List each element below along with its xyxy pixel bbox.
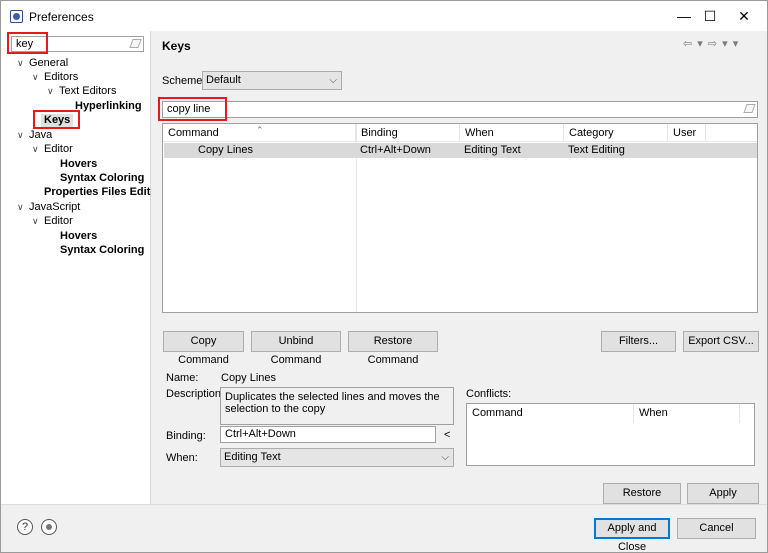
cell-when: Editing Text (464, 144, 521, 156)
scheme-label: Scheme: (162, 75, 206, 87)
scheme-select-value: Default (206, 74, 241, 86)
tree-node-label: JavaScript (29, 201, 81, 213)
conflicts-header-when[interactable]: When (634, 404, 740, 423)
highlight-box-search (7, 32, 48, 54)
unbind-command-button[interactable]: Unbind Command (251, 331, 341, 366)
key-bindings-table[interactable]: Command ⌃ Binding When Category User Cop… (162, 123, 758, 313)
expand-chevron-icon[interactable]: ∨ (17, 57, 29, 70)
expand-chevron-icon[interactable]: ∨ (17, 201, 29, 214)
tree-node-label: Editor (44, 215, 73, 227)
tree-node-properties-files-editor[interactable]: Properties Files Editor (44, 186, 161, 199)
tree-node-label: Java (29, 129, 53, 141)
column-header-label: Command (168, 127, 219, 139)
copy-command-button[interactable]: Copy Command (163, 331, 244, 366)
scheme-select[interactable]: Default ⌵ (202, 71, 342, 90)
conflicts-header-command[interactable]: Command (467, 404, 634, 423)
when-label: When: (166, 452, 198, 464)
link-icon[interactable] (41, 519, 57, 535)
command-filter-input[interactable]: copy line (162, 101, 758, 118)
page-title: Keys (162, 39, 191, 53)
cell-command: Copy Lines (198, 144, 254, 156)
binding-input[interactable]: Ctrl+Alt+Down (220, 426, 436, 443)
tree-node-text-editors[interactable]: ∨ Text Editors (47, 85, 116, 98)
name-label: Name: (166, 372, 199, 384)
column-header-command[interactable]: Command ⌃ (163, 124, 356, 142)
tree-node-hyperlinking[interactable]: Hyperlinking (75, 100, 142, 113)
column-header-binding[interactable]: Binding (356, 124, 460, 142)
window-title: Preferences (29, 10, 94, 24)
sort-caret-icon: ⌃ (256, 125, 264, 135)
apply-and-close-button[interactable]: Apply and Close (594, 518, 670, 553)
clear-filter-icon[interactable] (743, 104, 756, 113)
when-select[interactable]: Editing Text ⌵ (220, 448, 454, 467)
restore-defaults-button[interactable]: Restore Defaults (603, 483, 681, 518)
expand-chevron-icon[interactable]: ∨ (32, 143, 44, 156)
column-header-category[interactable]: Category (564, 124, 668, 142)
expand-chevron-icon[interactable]: ∨ (32, 215, 44, 228)
conflicts-label: Conflicts: (466, 388, 512, 400)
tree-node-label: Editor (44, 143, 73, 155)
tree-node-java-hovers[interactable]: Hovers (60, 158, 97, 171)
description-text: Duplicates the selected lines and moves … (220, 387, 454, 425)
column-header-user[interactable]: User (668, 124, 706, 142)
tree-node-label: Text Editors (59, 85, 117, 97)
tree-node-label: Editors (44, 71, 79, 83)
binding-menu-button[interactable]: < (444, 429, 450, 442)
tree-node-editors[interactable]: ∨ Editors (32, 71, 78, 84)
expand-chevron-icon[interactable]: ∨ (32, 71, 44, 84)
title-bar: Preferences — ☐ ✕ (1, 1, 767, 31)
clear-search-icon[interactable] (129, 39, 142, 48)
conflicts-table[interactable]: Command When (466, 403, 755, 466)
help-icon[interactable]: ? (17, 519, 33, 535)
highlight-box-keys (33, 110, 80, 129)
tree-node-javascript[interactable]: ∨ JavaScript (17, 201, 80, 214)
expand-chevron-icon[interactable]: ∨ (47, 85, 59, 98)
highlight-box-filter (158, 97, 227, 121)
expand-chevron-icon[interactable]: ∨ (17, 129, 29, 142)
apply-button[interactable]: Apply (687, 483, 759, 504)
tree-node-javascript-editor[interactable]: ∨ Editor (32, 215, 73, 228)
chevron-down-icon: ⌵ (441, 452, 449, 463)
close-button[interactable]: ✕ (721, 1, 767, 31)
chevron-down-icon: ⌵ (329, 75, 337, 86)
page-navigation-icons[interactable]: ⇦ ▾ ⇨ ▾ ▾ (683, 37, 739, 50)
when-select-value: Editing Text (224, 451, 281, 463)
tree-node-javascript-syntax-coloring[interactable]: Syntax Coloring (60, 244, 144, 257)
cell-category: Text Editing (568, 144, 625, 156)
name-value: Copy Lines (221, 372, 277, 384)
table-header: Command ⌃ Binding When Category User (163, 124, 757, 142)
column-header-when[interactable]: When (460, 124, 564, 142)
tree-node-general[interactable]: ∨ General (17, 57, 68, 70)
filters-button[interactable]: Filters... (601, 331, 676, 352)
tree-node-label: General (29, 57, 69, 69)
preferences-window: Preferences — ☐ ✕ key ∨ General ∨ Editors … (0, 0, 768, 553)
tree-node-java-syntax-coloring[interactable]: Syntax Coloring (60, 172, 144, 185)
cell-binding: Ctrl+Alt+Down (360, 144, 431, 156)
tree-node-java[interactable]: ∨ Java (17, 129, 52, 142)
export-csv-button[interactable]: Export CSV... (683, 331, 759, 352)
eclipse-app-icon (10, 10, 23, 23)
tree-node-javascript-hovers[interactable]: Hovers (60, 230, 97, 243)
binding-label: Binding: (166, 430, 206, 442)
restore-command-button[interactable]: Restore Command (348, 331, 438, 366)
description-label: Description: (166, 388, 225, 400)
cancel-button[interactable]: Cancel (677, 518, 756, 539)
tree-node-java-editor[interactable]: ∨ Editor (32, 143, 73, 156)
